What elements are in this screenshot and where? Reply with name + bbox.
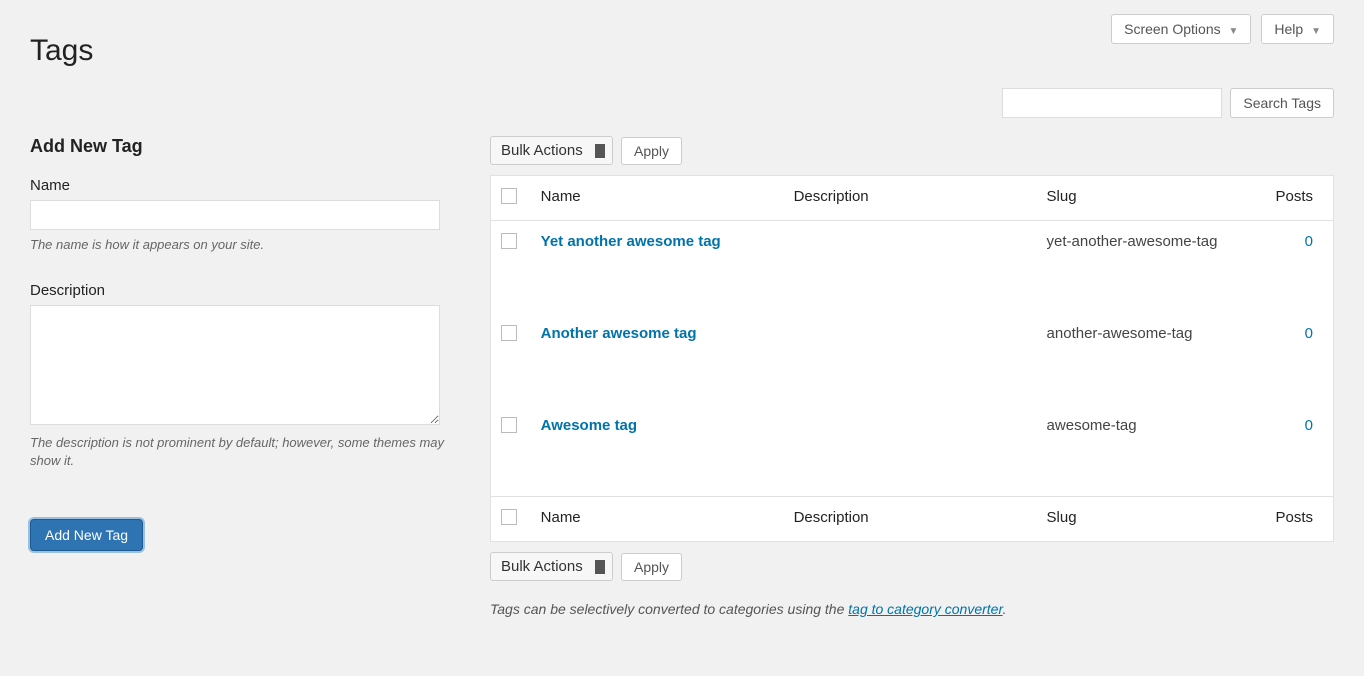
bulk-actions-select-wrap: Bulk Actions ▲▼ xyxy=(490,136,613,165)
apply-button-bottom[interactable]: Apply xyxy=(621,553,682,581)
converter-note: Tags can be selectively converted to cat… xyxy=(490,601,1334,617)
description-input[interactable] xyxy=(30,305,440,425)
row-checkbox[interactable] xyxy=(501,417,517,433)
add-new-tag-button[interactable]: Add New Tag xyxy=(30,519,143,551)
tag-name-link[interactable]: Another awesome tag xyxy=(541,325,697,342)
screen-options-label: Screen Options xyxy=(1124,21,1221,37)
tag-slug: awesome-tag xyxy=(1037,405,1257,497)
form-heading: Add New Tag xyxy=(30,136,450,157)
top-controls: Screen Options ▼ Help ▼ xyxy=(1111,14,1334,44)
table-row: Yet another awesome tag yet-another-awes… xyxy=(491,221,1334,313)
search-row: Search Tags xyxy=(30,88,1334,118)
col-footer-posts[interactable]: Posts xyxy=(1257,497,1334,542)
tag-name-link[interactable]: Awesome tag xyxy=(541,417,637,434)
table-row: Awesome tag awesome-tag 0 xyxy=(491,405,1334,497)
help-button[interactable]: Help ▼ xyxy=(1261,14,1334,44)
table-row: Another awesome tag another-awesome-tag … xyxy=(491,313,1334,405)
select-all-checkbox-bottom[interactable] xyxy=(501,509,517,525)
tag-slug: yet-another-awesome-tag xyxy=(1037,221,1257,313)
description-label: Description xyxy=(30,282,450,299)
col-header-posts[interactable]: Posts xyxy=(1257,176,1334,221)
tag-posts-link[interactable]: 0 xyxy=(1305,417,1313,434)
tags-table: Name Description Slug Posts Yet another … xyxy=(490,175,1334,542)
search-tags-button[interactable]: Search Tags xyxy=(1230,88,1334,118)
screen-options-button[interactable]: Screen Options ▼ xyxy=(1111,14,1251,44)
name-input[interactable] xyxy=(30,200,440,230)
table-footer-row: Name Description Slug Posts xyxy=(491,497,1334,542)
tag-description xyxy=(784,405,1037,497)
chevron-down-icon: ▼ xyxy=(1229,26,1239,37)
col-footer-name[interactable]: Name xyxy=(531,497,784,542)
search-input[interactable] xyxy=(1002,88,1222,118)
bulk-actions-select-wrap: Bulk Actions ▲▼ xyxy=(490,552,613,581)
note-prefix: Tags can be selectively converted to cat… xyxy=(490,601,848,617)
row-checkbox[interactable] xyxy=(501,325,517,341)
note-suffix: . xyxy=(1003,601,1007,617)
select-all-checkbox-top[interactable] xyxy=(501,188,517,204)
row-checkbox[interactable] xyxy=(501,233,517,249)
tag-description xyxy=(784,221,1037,313)
col-header-name[interactable]: Name xyxy=(531,176,784,221)
main-columns: Add New Tag Name The name is how it appe… xyxy=(30,136,1334,617)
bulk-actions-bottom: Bulk Actions ▲▼ Apply xyxy=(490,552,1334,581)
chevron-down-icon: ▼ xyxy=(1311,26,1321,37)
tag-to-category-converter-link[interactable]: tag to category converter xyxy=(848,601,1002,617)
tag-description xyxy=(784,313,1037,405)
col-footer-description[interactable]: Description xyxy=(784,497,1037,542)
tags-list-area: Bulk Actions ▲▼ Apply Name Description S… xyxy=(490,136,1334,617)
bulk-actions-select[interactable]: Bulk Actions xyxy=(490,136,613,165)
col-header-description[interactable]: Description xyxy=(784,176,1037,221)
name-help: The name is how it appears on your site. xyxy=(30,236,450,254)
description-help: The description is not prominent by defa… xyxy=(30,434,450,470)
bulk-actions-select-bottom[interactable]: Bulk Actions xyxy=(490,552,613,581)
tag-posts-link[interactable]: 0 xyxy=(1305,325,1313,342)
tag-slug: another-awesome-tag xyxy=(1037,313,1257,405)
tag-posts-link[interactable]: 0 xyxy=(1305,233,1313,250)
bulk-actions-top: Bulk Actions ▲▼ Apply xyxy=(490,136,1334,165)
help-label: Help xyxy=(1274,21,1303,37)
name-label: Name xyxy=(30,177,450,194)
table-header-row: Name Description Slug Posts xyxy=(491,176,1334,221)
apply-button-top[interactable]: Apply xyxy=(621,137,682,165)
col-footer-slug[interactable]: Slug xyxy=(1037,497,1257,542)
tag-name-link[interactable]: Yet another awesome tag xyxy=(541,233,721,250)
col-header-slug[interactable]: Slug xyxy=(1037,176,1257,221)
add-new-tag-form: Add New Tag Name The name is how it appe… xyxy=(30,136,450,551)
